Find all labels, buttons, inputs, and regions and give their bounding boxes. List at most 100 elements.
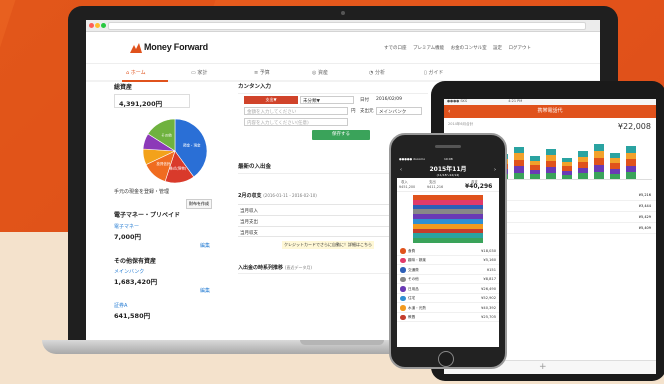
tab-household[interactable]: ▭ 家計 bbox=[191, 69, 207, 76]
close-dot[interactable] bbox=[89, 23, 94, 28]
minimize-dot[interactable] bbox=[95, 23, 100, 28]
add-icon[interactable]: + bbox=[539, 362, 547, 372]
category-value: ¥25,705 bbox=[481, 315, 496, 319]
category-row[interactable]: 教養 ¥25,705 bbox=[397, 313, 499, 322]
back-icon[interactable]: ‹ bbox=[448, 105, 450, 118]
income-value: ¥451,200 bbox=[399, 185, 416, 189]
tab-budget-label: 予算 bbox=[259, 70, 270, 76]
expense-label: 支出 bbox=[429, 180, 436, 184]
category-label: 住宅 bbox=[408, 296, 416, 300]
tab-home[interactable]: ⌂ ホーム bbox=[126, 69, 146, 76]
category-icon bbox=[400, 286, 406, 292]
phone-category-list: 食費 ¥18,030 趣味・娯楽 ¥5,160 交通費 ¥151 その他 ¥8,817 日用品 ¥… bbox=[397, 246, 499, 322]
main-nav: ⌂ ホーム ▭ 家計 ≡ 予算 ◎ 資産 ◔ 分析 ▯ ガイド bbox=[86, 64, 600, 82]
tab-guide[interactable]: ▯ ガイド bbox=[424, 69, 443, 76]
logo-text[interactable]: Money Forward bbox=[144, 42, 208, 52]
browser-toolbar bbox=[86, 20, 600, 32]
category-value: ¥151 bbox=[486, 267, 496, 272]
memo-input[interactable]: 内容を入力してください(任意) bbox=[244, 118, 348, 126]
expense-value: ¥411,216 bbox=[427, 185, 444, 189]
card-note-link[interactable]: クレジットカードでさらに自動に！詳細はこちら bbox=[282, 241, 374, 249]
save-button[interactable]: 保存する bbox=[312, 130, 370, 140]
category-label: 日用品 bbox=[408, 286, 419, 291]
tab-budget[interactable]: ≡ 予算 bbox=[254, 69, 270, 76]
next-month-icon[interactable]: › bbox=[494, 167, 496, 173]
income-label: 収入 bbox=[401, 180, 408, 184]
other-assets-item[interactable]: メインバンク bbox=[114, 268, 144, 275]
link-accounts[interactable]: すでの口座 bbox=[384, 46, 407, 51]
source-select[interactable]: メインバンク bbox=[376, 107, 422, 115]
category-label: 食費 bbox=[408, 248, 416, 253]
recent-title: 最新の入出金 bbox=[238, 162, 406, 174]
category-value: ¥5,160 bbox=[483, 258, 496, 262]
create-wallet-button[interactable]: 財布を作成 bbox=[186, 199, 212, 209]
prev-month-icon[interactable]: ‹ bbox=[400, 167, 402, 173]
category-icon bbox=[400, 295, 406, 301]
link-settings[interactable]: 設定 bbox=[493, 46, 502, 51]
tablet-carrier: ●●●● SKS bbox=[447, 99, 468, 103]
tablet-subtitle: 2014年6月合計 bbox=[448, 122, 474, 126]
other-assets-amount: 1,683,420円 bbox=[114, 278, 158, 286]
quick-input-panel: カンタン入力 支出▼ 未分類▼ 日付 2016/02/09 金額を入力してくださ… bbox=[238, 82, 428, 274]
category-row[interactable]: 日用品 ¥26,490 bbox=[397, 284, 499, 294]
category-row[interactable]: 水道・光熱 ¥40,392 bbox=[397, 303, 499, 313]
category-select[interactable]: 未分類▼ bbox=[300, 96, 354, 104]
emoney-amount: 7,000円 bbox=[114, 233, 142, 241]
phone-month: 2015年11月 bbox=[429, 166, 467, 173]
date-value[interactable]: 2016/02/09 bbox=[376, 97, 402, 102]
tablet-bar bbox=[530, 156, 540, 179]
phone-carrier: ●●●●● docomo bbox=[399, 157, 426, 161]
amount-input[interactable]: 金額を入力してください bbox=[244, 107, 348, 115]
cash-label[interactable]: 手元の現金を登録・管理 bbox=[114, 188, 169, 195]
trend-subtitle: (直近データ月) bbox=[284, 265, 312, 270]
assets-pie-chart: 預金・現金株式(現物)投資信託 その他 bbox=[142, 118, 208, 184]
phone-header: 2015年11月 (11/18〜12/14) ‹ › bbox=[397, 162, 499, 178]
tab-household-label: 家計 bbox=[197, 70, 208, 76]
pie-slice-label: 預金・現金 bbox=[183, 143, 201, 148]
category-value: ¥40,392 bbox=[481, 305, 496, 310]
category-row[interactable]: 趣味・娯楽 ¥5,160 bbox=[397, 256, 499, 265]
category-icon bbox=[400, 257, 406, 263]
monthly-income-row: 当月収入 bbox=[238, 204, 406, 215]
category-label: 水道・光熱 bbox=[408, 305, 426, 310]
phone-speaker bbox=[435, 145, 461, 148]
url-bar[interactable] bbox=[108, 22, 586, 30]
monthly-title-text: 2月の収支 bbox=[238, 193, 262, 199]
trend-title: 入出金の時系列推移 (直近データ月) bbox=[238, 264, 406, 274]
maximize-dot[interactable] bbox=[101, 23, 106, 28]
phone-time: 10:08 bbox=[444, 157, 453, 161]
emoney-item[interactable]: 電子マネー bbox=[114, 223, 139, 230]
trend-title-text: 入出金の時系列推移 bbox=[238, 265, 284, 271]
emoney-edit-link[interactable]: 編集 bbox=[200, 242, 210, 249]
category-value: ¥52,902 bbox=[481, 296, 496, 300]
category-row[interactable]: 食費 ¥18,030 bbox=[397, 246, 499, 256]
tab-assets[interactable]: ◎ 資産 bbox=[312, 69, 328, 76]
securities-amount: 641,580円 bbox=[114, 312, 151, 320]
phone-screen: ●●●●● docomo 10:08 2015年11月 (11/18〜12/14… bbox=[397, 157, 499, 347]
laptop-notch bbox=[300, 340, 384, 345]
source-label: 支出元 bbox=[360, 109, 374, 114]
category-row[interactable]: 住宅 ¥52,902 bbox=[397, 294, 499, 303]
link-consult[interactable]: お金のコンサル室 bbox=[451, 46, 487, 51]
category-label: 交通費 bbox=[408, 267, 419, 272]
link-logout[interactable]: ログアウト bbox=[508, 46, 531, 51]
category-icon bbox=[400, 267, 406, 273]
tablet-bar bbox=[626, 146, 636, 179]
expense-tab[interactable]: 支出▼ bbox=[244, 96, 298, 104]
pie-slice-label: 株式(現物) bbox=[169, 165, 186, 170]
monthly-expense-row: 当月支出 bbox=[238, 215, 406, 226]
monthly-title: 2月の収支 (2016-01-11 - 2016-02-10) bbox=[238, 192, 406, 199]
category-row[interactable]: 交通費 ¥151 bbox=[397, 265, 499, 275]
monthly-range: (2016-01-11 - 2016-02-10) bbox=[263, 193, 317, 198]
other-assets-edit-link[interactable]: 編集 bbox=[200, 287, 210, 294]
category-label: 趣味・娯楽 bbox=[408, 258, 426, 262]
tab-guide-label: ガイド bbox=[428, 70, 444, 76]
home-button[interactable] bbox=[438, 351, 454, 367]
category-row[interactable]: その他 ¥8,817 bbox=[397, 275, 499, 284]
quick-input-title: カンタン入力 bbox=[238, 82, 428, 94]
phone: ●●●●● docomo 10:08 2015年11月 (11/18〜12/14… bbox=[389, 133, 507, 369]
link-premium[interactable]: プレミアム機能 bbox=[413, 46, 444, 51]
securities-item[interactable]: 証券A bbox=[114, 302, 127, 309]
tab-home-label: ホーム bbox=[130, 70, 146, 76]
tab-analysis[interactable]: ◔ 分析 bbox=[369, 69, 385, 76]
